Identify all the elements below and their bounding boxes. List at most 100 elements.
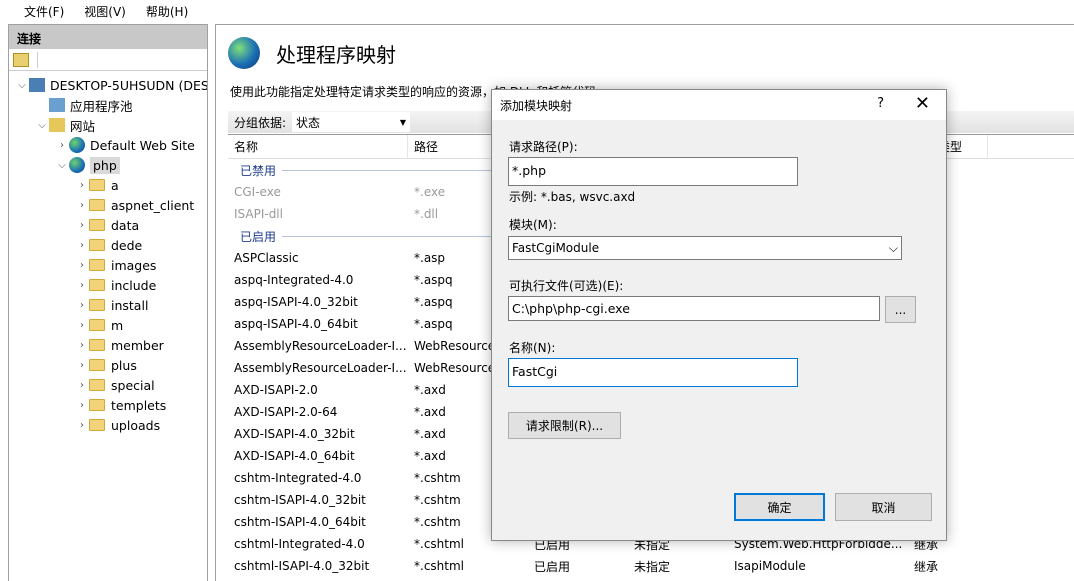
divider <box>37 51 38 68</box>
tree-node-label: plus <box>111 357 137 373</box>
chevron-right-icon[interactable]: › <box>75 380 89 391</box>
ok-button[interactable]: 确定 <box>734 493 825 521</box>
table-cell: aspq-ISAPI-4.0_32bit <box>234 295 358 309</box>
table-cell: cshtml-ISAPI-4.0_32bit <box>234 559 370 573</box>
tree-node[interactable]: ⌵ php <box>55 155 120 175</box>
chevron-down-icon[interactable]: ⌵ <box>35 120 49 131</box>
table-cell: aspq-ISAPI-4.0_64bit <box>234 317 358 331</box>
chevron-right-icon[interactable]: › <box>75 320 89 331</box>
folder-icon <box>89 399 105 411</box>
connections-title: 连接 <box>9 25 207 49</box>
dialog-title: 添加模块映射 <box>500 98 573 113</box>
name-input[interactable]: FastCgi <box>508 358 798 387</box>
tree-node[interactable]: › install <box>75 295 148 315</box>
table-cell: aspq-Integrated-4.0 <box>234 273 354 287</box>
menu-help[interactable]: 帮助(H) <box>136 3 198 20</box>
module-value: FastCgiModule <box>512 241 600 255</box>
app-pool-icon <box>49 98 65 112</box>
tree-node-label: aspnet_client <box>111 197 195 213</box>
chevron-down-icon: ⌵ <box>888 241 898 255</box>
folder-icon <box>89 419 105 431</box>
menu-bar: 文件(F) 视图(V) 帮助(H) <box>0 0 1074 22</box>
table-cell: cshtml-Integrated-4.0 <box>234 537 365 551</box>
group-label: 已禁用 <box>240 163 277 178</box>
chevron-right-icon[interactable]: › <box>75 340 89 351</box>
tree-node[interactable]: ⌵ DESKTOP-5UHSUDN (DESKTOP-5UHSUDN\Admini… <box>15 75 207 95</box>
tree-node[interactable]: › a <box>75 175 119 195</box>
table-cell: AXD-ISAPI-4.0_32bit <box>234 427 355 441</box>
tree-node-label: DESKTOP-5UHSUDN (DESKTOP-5UHSUDN\Adminis… <box>50 77 207 93</box>
connections-panel: 连接 ⌵ DESKTOP-5UHSUDN (DESKTOP-5UHSUDN\Adm… <box>8 24 208 581</box>
tree-node[interactable]: › include <box>75 275 156 295</box>
chevron-right-icon[interactable]: › <box>55 140 69 151</box>
chevron-right-icon[interactable]: › <box>75 420 89 431</box>
chevron-right-icon[interactable]: › <box>75 280 89 291</box>
tree-node-label: special <box>111 377 155 393</box>
executable-input[interactable]: C:\php\php-cgi.exe <box>508 296 880 321</box>
dropdown-arrow-icon: ▼ <box>399 117 407 127</box>
tree-node[interactable]: › data <box>75 215 139 235</box>
tree-node-label: member <box>111 337 164 353</box>
chevron-right-icon[interactable]: › <box>75 220 89 231</box>
request-path-label: 请求路径(P): <box>509 140 578 154</box>
table-cell: IsapiModule <box>734 559 806 573</box>
folder-icon <box>89 379 105 391</box>
chevron-down-icon[interactable]: ⌵ <box>15 80 29 91</box>
request-path-input[interactable]: *.php <box>508 157 798 186</box>
menu-view[interactable]: 视图(V) <box>74 3 136 20</box>
table-cell: AXD-ISAPI-4.0_64bit <box>234 449 355 463</box>
chevron-right-icon[interactable]: › <box>75 300 89 311</box>
tree-node[interactable]: 应用程序池 <box>35 95 133 115</box>
tree-node[interactable]: › Default Web Site <box>55 135 195 155</box>
request-restrictions-button[interactable]: 请求限制(R)... <box>508 412 621 439</box>
tree-node-label: m <box>111 317 124 333</box>
folder-icon <box>89 219 105 231</box>
tree-node[interactable]: ⌵ 网站 <box>35 115 95 135</box>
tree-node-label: install <box>111 297 149 313</box>
chevron-right-icon[interactable]: › <box>75 200 89 211</box>
column-header[interactable]: 名称 <box>228 134 408 159</box>
table-cell: ASPClassic <box>234 251 299 265</box>
chevron-down-icon[interactable]: ⌵ <box>55 160 69 171</box>
chevron-right-icon[interactable]: › <box>75 240 89 251</box>
sites-icon <box>49 118 65 132</box>
cancel-button[interactable]: 取消 <box>835 493 932 521</box>
help-button[interactable]: ? <box>877 96 884 111</box>
chevron-right-icon[interactable]: › <box>75 260 89 271</box>
tree-node[interactable]: › aspnet_client <box>75 195 194 215</box>
tree-node[interactable]: › m <box>75 315 123 335</box>
tree-node[interactable]: › plus <box>75 355 137 375</box>
tree-node-label: uploads <box>111 417 161 433</box>
table-cell: cshtm-ISAPI-4.0_32bit <box>234 493 366 507</box>
tree-node[interactable]: › special <box>75 375 155 395</box>
folder-icon <box>89 259 105 271</box>
table-cell: CGI-exe <box>234 185 281 199</box>
tree-node[interactable]: › images <box>75 255 156 275</box>
tree-node[interactable]: › dede <box>75 235 142 255</box>
table-cell: AssemblyResourceLoader-I... <box>234 361 407 375</box>
browse-button[interactable]: ... <box>885 296 916 323</box>
group-by-select[interactable]: 状态 ▼ <box>292 112 411 132</box>
menu-file[interactable]: 文件(F) <box>14 3 74 20</box>
tree-node[interactable]: › templets <box>75 395 166 415</box>
folder-icon <box>89 359 105 371</box>
module-select[interactable]: FastCgiModule ⌵ <box>508 236 902 260</box>
table-row[interactable]: cshtml-ISAPI-4.0_32bit *.cshtml 已启用 未指定 Isap… <box>228 555 1074 577</box>
tree-node[interactable]: › uploads <box>75 415 160 435</box>
page-title: 处理程序映射 <box>276 43 396 67</box>
tree-node[interactable]: › member <box>75 335 164 355</box>
folder-icon <box>89 339 105 351</box>
tree-node-label: Default Web Site <box>90 137 195 153</box>
chevron-right-icon[interactable]: › <box>75 400 89 411</box>
chevron-right-icon[interactable]: › <box>75 180 89 191</box>
request-path-example: 示例: *.bas, wsvc.axd <box>509 190 636 204</box>
chevron-right-icon[interactable]: › <box>75 360 89 371</box>
close-button[interactable]: ✕ <box>915 93 930 114</box>
add-module-mapping-dialog: 添加模块映射 ? ✕ 请求路径(P): *.php 示例: *.bas, wsv… <box>491 89 947 541</box>
executable-label: 可执行文件(可选)(E): <box>509 279 624 293</box>
group-label: 已启用 <box>240 229 277 244</box>
table-cell: 未指定 <box>634 559 671 574</box>
module-label: 模块(M): <box>509 218 557 232</box>
connect-icon[interactable] <box>13 52 29 67</box>
dialog-titlebar: 添加模块映射 ? ✕ <box>492 90 946 120</box>
